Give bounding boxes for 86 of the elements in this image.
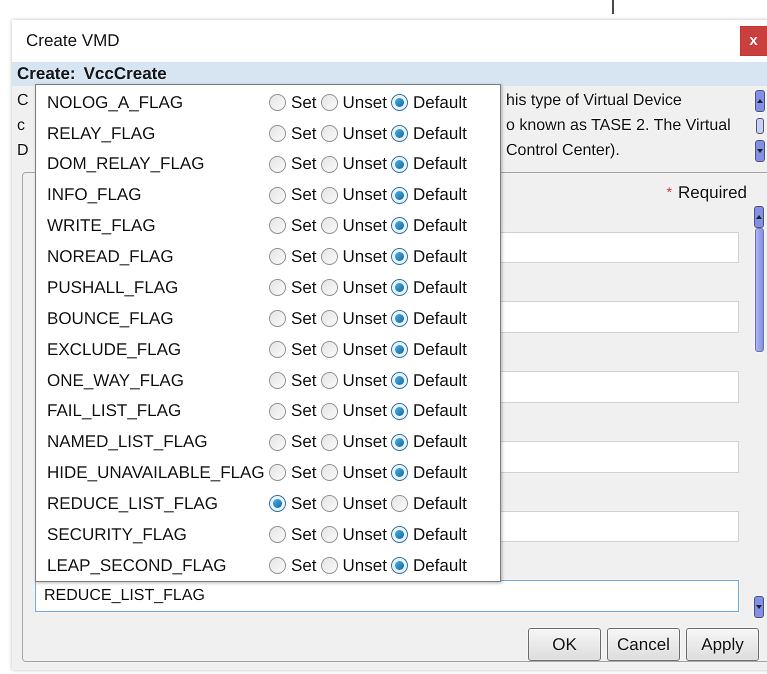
description-text: C xyxy=(17,90,30,110)
flag-name: REDUCE_LIST_FLAG xyxy=(46,493,219,516)
radio-button[interactable]: Default xyxy=(390,336,467,362)
description-text: Control Center). xyxy=(506,140,620,160)
radio-button[interactable]: Unset xyxy=(320,151,387,177)
radio-button[interactable]: Default xyxy=(390,182,467,208)
description-text: D xyxy=(17,140,30,160)
flag-name: RELAY_FLAG xyxy=(46,122,156,145)
radio-button[interactable]: Set xyxy=(269,213,317,239)
flag-name: LEAP_SECOND_FLAG xyxy=(46,554,228,577)
radio-button[interactable]: Default xyxy=(390,522,467,548)
radio-button[interactable]: Unset xyxy=(320,182,387,208)
radio-button[interactable]: Set xyxy=(269,182,317,208)
radio-button[interactable]: Set xyxy=(269,90,317,116)
description-text: c xyxy=(17,116,26,136)
radio-button[interactable]: Unset xyxy=(320,120,387,146)
scroll-up-icon[interactable] xyxy=(754,206,764,228)
scrollbar-thumb[interactable] xyxy=(756,118,764,134)
radio-button[interactable]: Unset xyxy=(320,90,387,116)
radio-button[interactable]: Default xyxy=(390,306,467,332)
scroll-down-icon[interactable] xyxy=(754,596,764,618)
radio-button[interactable]: Default xyxy=(390,368,467,394)
flag-name: INFO_FLAG xyxy=(46,184,142,206)
close-button[interactable]: x xyxy=(740,26,767,56)
radio-button[interactable]: Default xyxy=(390,120,467,146)
radio-button[interactable]: Default xyxy=(390,244,467,270)
flag-name: WRITE_FLAG xyxy=(46,215,157,238)
radio-button[interactable]: Unset xyxy=(320,244,387,270)
flag-name: NAMED_LIST_FLAG xyxy=(46,431,209,454)
radio-button[interactable]: Unset xyxy=(320,213,387,239)
flag-name: EXCLUDE_FLAG xyxy=(46,338,182,361)
flag-name: ONE_WAY_FLAG xyxy=(46,370,185,392)
dialog-button[interactable]: Apply xyxy=(686,628,759,662)
radio-button[interactable]: Set xyxy=(269,306,317,332)
radio-button[interactable]: Set xyxy=(269,491,317,517)
radio-button[interactable]: Set xyxy=(269,151,317,177)
radio-button[interactable]: Unset xyxy=(320,368,387,394)
flag-name: SECURITY_FLAG xyxy=(46,524,188,546)
radio-button[interactable]: Set xyxy=(269,522,317,548)
required-label: Required xyxy=(678,182,747,204)
radio-button[interactable]: Set xyxy=(269,368,317,394)
flag-name: HIDE_UNAVAILABLE_FLAG xyxy=(46,462,266,484)
radio-button[interactable]: Unset xyxy=(320,522,387,548)
radio-button[interactable]: Set xyxy=(269,460,317,486)
radio-button[interactable]: Unset xyxy=(320,429,387,455)
radio-button[interactable]: Set xyxy=(269,398,317,424)
radio-button[interactable]: Unset xyxy=(320,552,387,578)
radio-button[interactable]: Unset xyxy=(320,306,387,332)
radio-button[interactable]: Set xyxy=(269,336,317,362)
radio-button[interactable]: Default xyxy=(390,151,467,177)
radio-button[interactable]: Unset xyxy=(320,460,387,486)
radio-button[interactable]: Unset xyxy=(320,336,387,362)
required-mark: * xyxy=(666,183,672,202)
radio-button[interactable]: Default xyxy=(390,274,467,300)
radio-button[interactable]: Default xyxy=(390,429,467,455)
radio-button[interactable]: Unset xyxy=(320,491,387,517)
description-text: o known as TASE 2. The Virtual xyxy=(506,116,731,136)
flag-name: BOUNCE_FLAG xyxy=(46,308,175,330)
radio-button[interactable]: Default xyxy=(390,491,467,517)
window-title: Create VMD xyxy=(26,30,120,52)
flag-name: NOREAD_FLAG xyxy=(46,246,175,268)
description-text: his type of Virtual Device xyxy=(506,90,682,110)
radio-button[interactable]: Default xyxy=(390,213,467,239)
header-label: Create: xyxy=(17,63,76,86)
header-value: VccCreate xyxy=(84,63,167,86)
radio-button[interactable]: Set xyxy=(269,552,317,578)
radio-button[interactable]: Default xyxy=(390,398,467,424)
scroll-down-icon[interactable] xyxy=(755,140,765,162)
dialog-button[interactable]: Cancel xyxy=(607,628,680,662)
radio-button[interactable]: Set xyxy=(269,244,317,270)
radio-button[interactable]: Default xyxy=(390,552,467,578)
radio-button[interactable]: Default xyxy=(390,90,467,116)
flag-name: FAIL_LIST_FLAG xyxy=(46,400,182,422)
flag-name: NOLOG_A_FLAG xyxy=(46,92,184,114)
radio-button[interactable]: Set xyxy=(269,120,317,146)
dialog-button[interactable]: OK xyxy=(528,628,601,662)
radio-button[interactable]: Unset xyxy=(320,398,387,424)
flag-name: DOM_RELAY_FLAG xyxy=(46,153,206,176)
flag-name: PUSHALL_FLAG xyxy=(46,276,180,299)
radio-button[interactable]: Default xyxy=(390,460,467,486)
scrollbar-thumb[interactable] xyxy=(754,228,764,352)
scroll-up-icon[interactable] xyxy=(755,90,765,112)
radio-button[interactable]: Set xyxy=(269,429,317,455)
radio-button[interactable]: Unset xyxy=(320,274,387,300)
input-field[interactable]: REDUCE_LIST_FLAG xyxy=(35,580,739,612)
radio-button[interactable]: Set xyxy=(269,274,317,300)
